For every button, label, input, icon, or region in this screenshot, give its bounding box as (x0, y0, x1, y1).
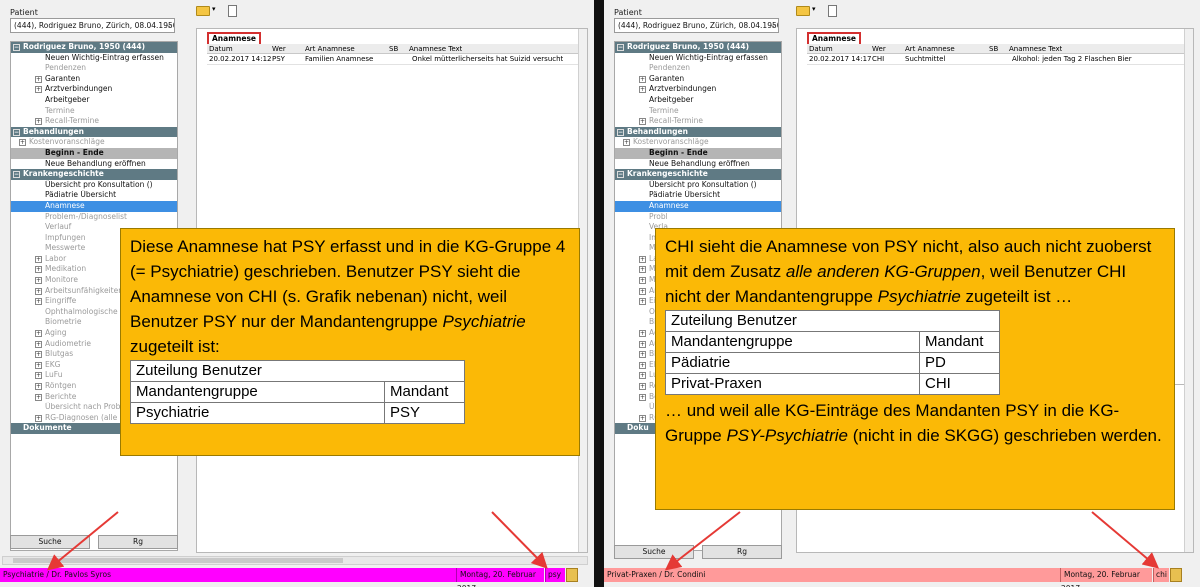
callout-arrows (46, 511, 1160, 571)
arrow-to-user-left (491, 511, 548, 569)
arrow-to-mandant-right (664, 511, 741, 571)
arrow-to-user-right (1091, 511, 1160, 569)
arrow-to-mandant-left (46, 511, 119, 571)
